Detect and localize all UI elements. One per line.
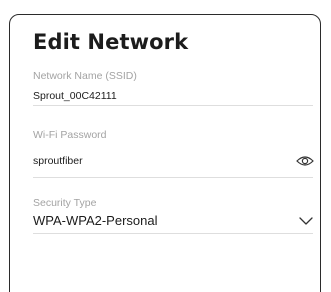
ssid-label: Network Name (SSID)	[33, 70, 137, 82]
edit-network-card	[9, 14, 321, 292]
page-title: Edit Network	[33, 30, 189, 54]
security-type-select[interactable]: WPA-WPA2-Personal	[33, 213, 158, 228]
security-divider	[33, 233, 313, 234]
ssid-divider	[33, 105, 313, 106]
password-input[interactable]: sproutfiber	[33, 155, 83, 167]
password-divider	[33, 177, 313, 178]
chevron-down-icon[interactable]	[299, 217, 313, 226]
eye-icon[interactable]	[296, 155, 314, 167]
security-label: Security Type	[33, 197, 97, 209]
password-label: Wi-Fi Password	[33, 129, 107, 141]
ssid-input[interactable]: Sprout_00C42111	[33, 90, 117, 102]
